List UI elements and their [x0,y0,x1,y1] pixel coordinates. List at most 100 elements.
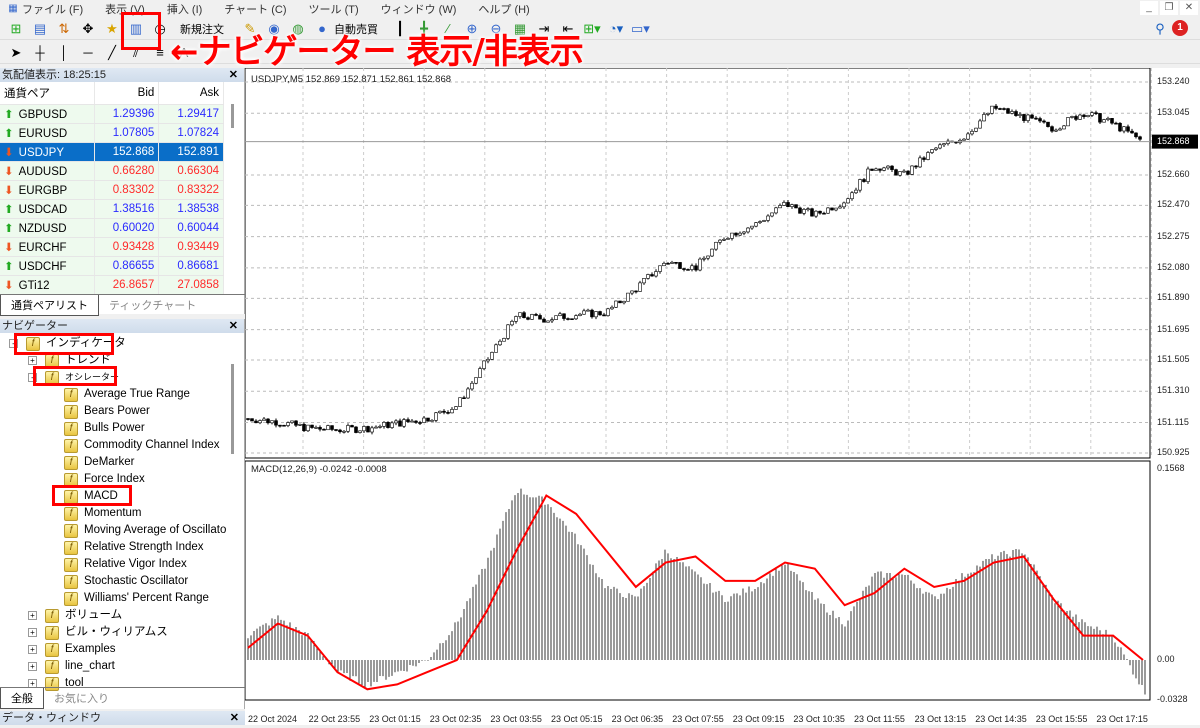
nav-indicator-item[interactable]: f DeMarker [64,454,134,471]
candle-body [678,262,682,269]
nav-folder[interactable]: + f ビル・ウィリアムス [28,624,168,641]
tab-general[interactable]: 全般 [0,688,44,709]
nav-label: Bulls Power [84,422,145,434]
navigator-scrollbar[interactable] [231,364,234,454]
candle-body [990,105,994,114]
candle-body [706,255,710,259]
tab-favorites[interactable]: お気に入り [44,688,119,709]
market-watch-close[interactable]: ✕ [229,68,238,81]
nav-folder[interactable]: + f line_chart [28,658,115,675]
navigator-close[interactable]: ✕ [229,319,238,332]
candle-body [618,300,622,304]
search-icon[interactable]: ⚲ [1151,20,1169,38]
nav-indicator-item[interactable]: f Momentum [64,505,142,522]
candle-body [550,319,554,322]
nav-indicator-item[interactable]: f Relative Strength Index [64,539,204,556]
candle-body [1106,118,1110,120]
candle-body [1038,118,1042,122]
candle-body [702,257,706,260]
nav-indicator-item[interactable]: f Williams' Percent Range [64,590,209,607]
candle-body [426,417,430,422]
nav-indicator-item[interactable]: f Commodity Channel Index [64,437,220,454]
candle-body [830,207,834,211]
market-watch-icon[interactable]: ⇅ [55,20,73,38]
menu-insert[interactable]: 挿入 (I) [167,1,202,17]
menu-window[interactable]: ウィンドウ (W) [381,1,457,17]
market-watch-row[interactable]: ⬆ NZDUSD 0.60020 0.60044 [0,218,224,238]
vertical-line-icon[interactable]: │ [55,44,73,62]
candle-body [666,263,670,265]
candle-body [410,420,414,423]
new-chart-icon[interactable]: ⊞ [7,20,25,38]
market-watch-row[interactable]: ⬆ GBPUSD 1.29396 1.29417 [0,104,224,124]
navigator-icon[interactable]: ★ [103,20,121,38]
trendline-icon[interactable]: ╱ [103,44,121,62]
restore-button[interactable]: ❐ [1160,1,1178,15]
col-symbol[interactable]: 通貨ペア [0,82,95,105]
minimize-button[interactable]: _ [1140,1,1158,15]
market-watch-row[interactable]: ⬆ EURUSD 1.07805 1.07824 [0,123,224,143]
col-bid[interactable]: Bid [94,82,160,105]
menu-file[interactable]: ファイル (F) [22,1,83,17]
candle-body [274,420,278,426]
candle-body [442,410,446,413]
navigator-panel: ナビゲーター ✕ - f インディケータ + f トレンド - f オシレーター f Average… [0,319,245,709]
market-watch-scrollbar[interactable] [231,104,234,128]
indicators-icon[interactable]: ⊞▾ [583,20,601,38]
nav-label: line_chart [65,660,115,672]
price-tick-label: 151.115 [1157,416,1189,427]
nav-indicator-item[interactable]: f Bulls Power [64,420,145,437]
candle-body [482,360,486,369]
nav-indicator-item[interactable]: f Relative Vigor Index [64,556,187,573]
profiles-icon[interactable]: ▤ [31,20,49,38]
market-watch-row[interactable]: ⬇ EURCHF 0.93428 0.93449 [0,237,224,257]
menu-tools[interactable]: ツール (T) [309,1,359,17]
expand-icon[interactable]: + [28,628,37,637]
col-ask[interactable]: Ask [158,82,224,105]
market-watch-row[interactable]: ⬇ GTi12 26.8657 27.0858 [0,275,224,295]
candle-body [726,238,730,240]
horizontal-line-icon[interactable]: ─ [79,44,97,62]
chart-canvas[interactable] [244,67,1200,725]
notifications-badge[interactable]: 1 [1172,20,1188,36]
market-watch-tabs: 通貨ペアリスト ティックチャート [0,294,245,316]
nav-indicator-item[interactable]: f Bears Power [64,403,150,420]
nav-indicator-item[interactable]: f Moving Average of Oscillato [64,522,226,539]
time-tick-label: 23 Oct 05:15 [551,714,603,724]
templates-icon[interactable]: ▭▾ [631,20,650,38]
indicator-icon: f [64,523,78,538]
expand-icon[interactable]: + [28,611,37,620]
market-watch-row[interactable]: ⬇ USDJPY 152.868 152.891 [0,142,224,162]
chart-window[interactable]: USDJPY,M5 152.869 152.871 152.861 152.86… [244,67,1200,725]
nav-folder[interactable]: + f Examples [28,641,116,658]
menu-help[interactable]: ヘルプ (H) [478,1,529,17]
close-window-button[interactable]: ✕ [1180,1,1198,15]
market-watch-row[interactable]: ⬆ USDCHF 0.86655 0.86681 [0,256,224,276]
indicator-icon: f [64,404,78,419]
menu-chart[interactable]: チャート (C) [224,1,286,17]
periods-icon[interactable]: ◔▾ [607,20,625,38]
candle-body [906,170,910,175]
data-window-icon[interactable]: ✥ [79,20,97,38]
price-pane [244,67,1151,459]
market-watch-row[interactable]: ⬆ USDCAD 1.38516 1.38538 [0,199,224,219]
tab-tick-chart[interactable]: ティックチャート [99,295,206,316]
market-watch-row[interactable]: ⬇ EURGBP 0.83302 0.83322 [0,180,224,200]
nav-folder[interactable]: + f ボリューム [28,607,122,624]
candle-body [646,274,650,279]
crosshair-icon[interactable]: ┼ [31,44,49,62]
candle-body [1006,108,1010,114]
nav-indicator-item[interactable]: f Stochastic Oscillator [64,573,188,590]
data-window-close[interactable]: ✕ [230,711,239,724]
arrow-up-icon: ⬆ [4,127,14,140]
tab-symbols[interactable]: 通貨ペアリスト [0,295,99,316]
candle-body [930,149,934,153]
expand-icon[interactable]: + [28,645,37,654]
expand-icon[interactable]: + [28,662,37,671]
expand-icon[interactable]: + [28,356,37,365]
cursor-icon[interactable]: ➤ [7,44,25,62]
market-watch-row[interactable]: ⬇ AUDUSD 0.66280 0.66304 [0,161,224,181]
candle-body [918,157,922,168]
nav-indicator-item[interactable]: f Average True Range [64,386,190,403]
navigator-annotation: ←ナビゲーター 表示/非表示 [170,32,584,72]
